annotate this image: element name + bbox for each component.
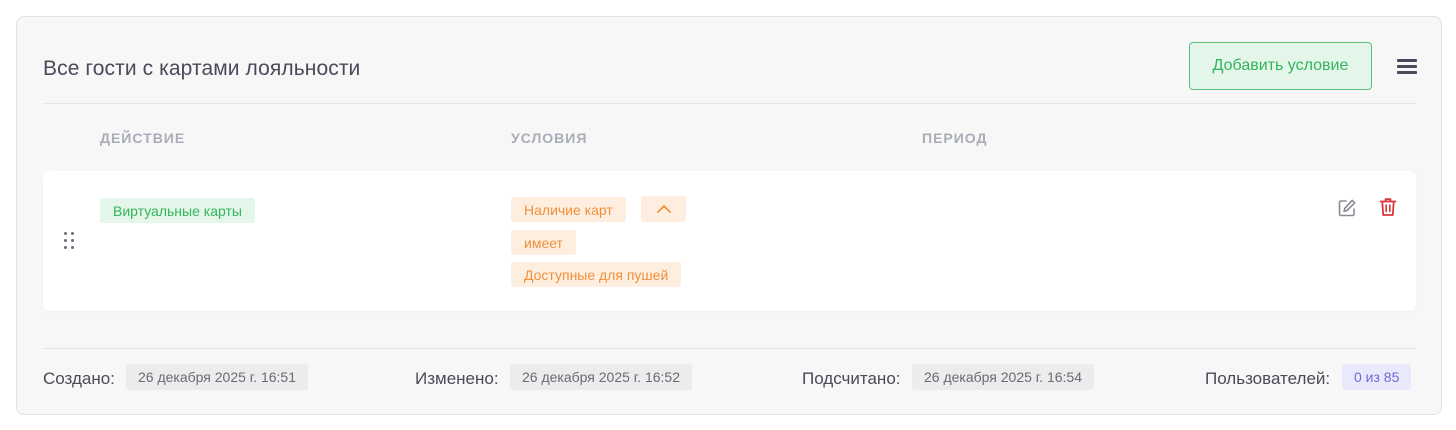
counted-label: Подсчитано: — [802, 369, 901, 388]
column-header-action: ДЕЙСТВИЕ — [100, 130, 186, 146]
condition-tag-push: Доступные для пушей — [511, 262, 682, 287]
created-value: 26 декабря 2025 г. 16:51 — [126, 364, 308, 390]
segment-card: Все гости с картами лояльности Добавить … — [16, 16, 1442, 415]
users-label: Пользователей: — [1205, 369, 1331, 388]
column-header-conditions: УСЛОВИЯ — [511, 130, 588, 146]
segment-title: Все гости с картами лояльности — [43, 57, 361, 80]
chevron-up-icon — [656, 205, 671, 213]
users-count-badge: 0 из 85 — [1342, 364, 1412, 390]
rule-row: Виртуальные карты Наличие карт имеет Дос… — [43, 171, 1416, 311]
action-tag: Виртуальные карты — [100, 198, 255, 223]
drag-handle-icon[interactable] — [64, 232, 76, 252]
edit-icon[interactable] — [1337, 198, 1357, 218]
counted-value: 26 декабря 2025 г. 16:54 — [912, 364, 1094, 390]
header-divider — [43, 103, 1416, 104]
created-label: Создано: — [43, 369, 115, 388]
column-header-period: ПЕРИОД — [922, 130, 988, 146]
add-condition-button[interactable]: Добавить условие — [1189, 42, 1372, 90]
condition-tag-operator: имеет — [511, 230, 576, 255]
hamburger-menu-icon[interactable] — [1397, 59, 1417, 75]
collapse-conditions-button[interactable] — [641, 196, 686, 222]
condition-tag-cards: Наличие карт — [511, 197, 626, 222]
modified-label: Изменено: — [415, 369, 499, 388]
trash-icon[interactable] — [1379, 197, 1397, 217]
modified-value: 26 декабря 2025 г. 16:52 — [510, 364, 692, 390]
footer-divider — [43, 348, 1416, 349]
